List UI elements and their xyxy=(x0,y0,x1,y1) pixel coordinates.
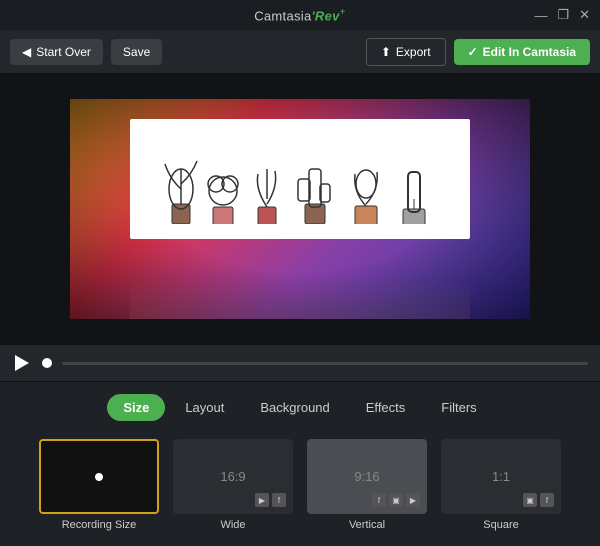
facebook-icon: f xyxy=(272,493,286,507)
size-thumb-recording[interactable] xyxy=(39,439,159,514)
start-over-label: Start Over xyxy=(36,45,91,59)
export-icon: ⬆ xyxy=(381,45,391,59)
recording-dot xyxy=(95,473,103,481)
title-bar: Camtasia'Rev+ — ❐ ✕ xyxy=(0,0,600,30)
size-label-wide: Wide xyxy=(220,519,245,531)
export-label: Export xyxy=(396,45,431,59)
edit-in-camtasia-button[interactable]: ✓ Edit In Camtasia xyxy=(454,39,590,65)
rev-label: 'Rev xyxy=(312,8,340,23)
app-title: Camtasia'Rev+ xyxy=(254,7,346,23)
instagram-icon-v: ▣ xyxy=(389,493,403,507)
youtube-icon: ▶ xyxy=(255,493,269,507)
size-thumb-vertical[interactable]: 9:16 f ▣ ▶ xyxy=(307,439,427,514)
size-card-recording[interactable]: Recording Size xyxy=(39,439,159,531)
plant-illustrations xyxy=(140,124,460,234)
playhead[interactable] xyxy=(42,358,52,368)
close-button[interactable]: ✕ xyxy=(579,7,590,23)
wide-ratio: 16:9 xyxy=(220,469,245,484)
size-thumb-wide[interactable]: 16:9 ▶ f xyxy=(173,439,293,514)
preview-canvas xyxy=(70,99,530,319)
square-ratio: 1:1 xyxy=(492,469,510,484)
arrow-left-icon: ◀ xyxy=(22,45,31,59)
scrubber-track[interactable] xyxy=(62,362,588,365)
edit-camtasia-label: Edit In Camtasia xyxy=(483,45,576,59)
save-label: Save xyxy=(123,45,150,59)
size-card-square[interactable]: 1:1 ▣ f Square xyxy=(441,439,561,531)
instagram-icon-s: ▣ xyxy=(523,493,537,507)
tab-size[interactable]: Size xyxy=(107,394,165,421)
preview-area xyxy=(0,74,600,344)
size-card-vertical[interactable]: 9:16 f ▣ ▶ Vertical xyxy=(307,439,427,531)
tabs-row: Size Layout Background Effects Filters xyxy=(107,394,492,421)
start-over-button[interactable]: ◀ Start Over xyxy=(10,39,103,65)
play-button[interactable] xyxy=(12,353,32,373)
toolbar: ◀ Start Over Save ⬆ Export ✓ Edit In Cam… xyxy=(0,30,600,74)
size-label-square: Square xyxy=(483,519,518,531)
toolbar-right: ⬆ Export ✓ Edit In Camtasia xyxy=(366,38,590,66)
playback-bar xyxy=(0,344,600,382)
window-controls[interactable]: — ❐ ✕ xyxy=(534,7,590,23)
size-options: Recording Size 16:9 ▶ f Wide 9:16 f ▣ ▶ … xyxy=(0,429,600,546)
minimize-button[interactable]: — xyxy=(534,8,547,23)
save-button[interactable]: Save xyxy=(111,39,162,65)
tab-layout[interactable]: Layout xyxy=(169,394,240,421)
plant-svg xyxy=(150,134,450,224)
preview-card xyxy=(130,119,470,239)
tab-effects[interactable]: Effects xyxy=(350,394,422,421)
facebook-icon-s: f xyxy=(540,493,554,507)
checkmark-icon: ✓ xyxy=(468,45,478,59)
preview-reflection xyxy=(130,279,470,319)
facebook-icon-v: f xyxy=(372,493,386,507)
size-label-recording: Recording Size xyxy=(62,519,137,531)
youtube-icon-v: ▶ xyxy=(406,493,420,507)
play-icon xyxy=(15,355,29,371)
size-thumb-square[interactable]: 1:1 ▣ f xyxy=(441,439,561,514)
wide-icons: ▶ f xyxy=(255,493,286,507)
maximize-button[interactable]: ❐ xyxy=(557,7,569,23)
square-icons: ▣ f xyxy=(523,493,554,507)
vertical-icons: f ▣ ▶ xyxy=(372,493,420,507)
size-card-wide[interactable]: 16:9 ▶ f Wide xyxy=(173,439,293,531)
tab-filters[interactable]: Filters xyxy=(425,394,492,421)
export-button[interactable]: ⬆ Export xyxy=(366,38,446,66)
vertical-ratio: 9:16 xyxy=(354,469,379,484)
tabs-section: Size Layout Background Effects Filters xyxy=(0,382,600,429)
plus-label: + xyxy=(340,7,346,18)
tab-background[interactable]: Background xyxy=(244,394,345,421)
size-label-vertical: Vertical xyxy=(349,519,385,531)
